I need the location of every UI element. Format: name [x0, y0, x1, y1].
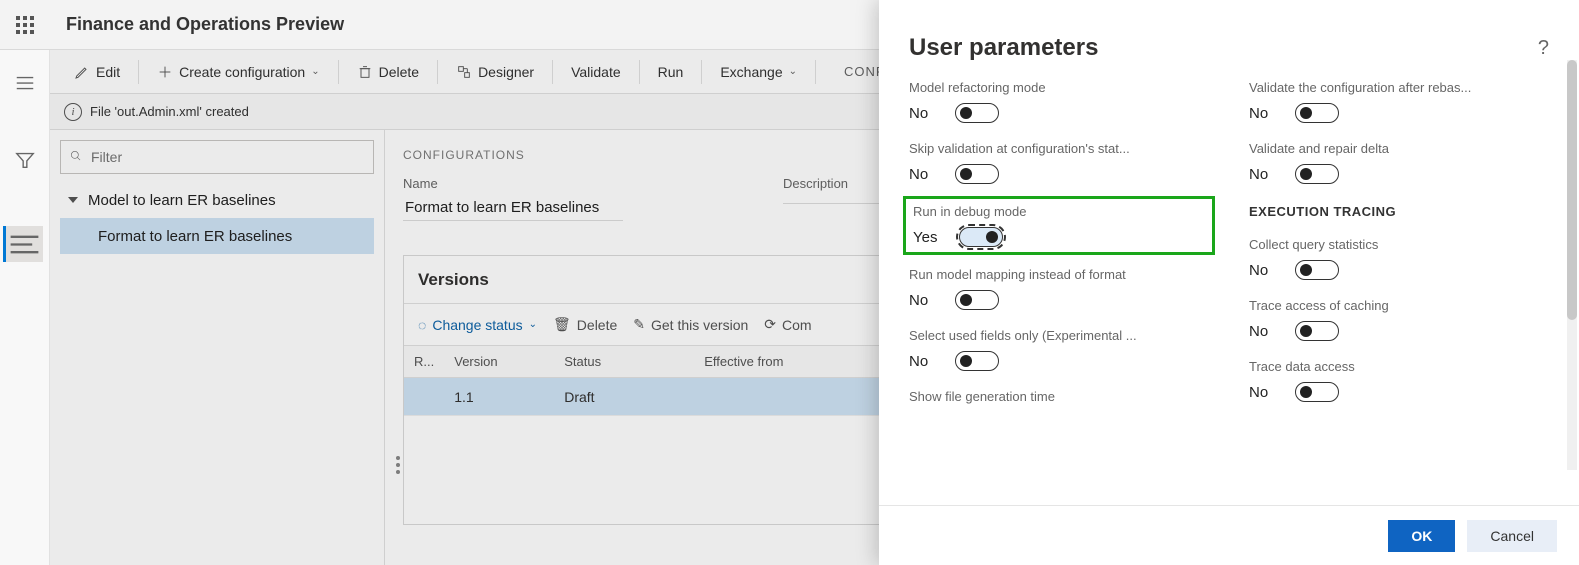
toggle[interactable]: [1295, 260, 1339, 280]
toggle[interactable]: [955, 103, 999, 123]
panel-title: User parameters: [909, 34, 1098, 62]
params-right-col: Validate the configuration after rebas..…: [1249, 80, 1549, 505]
param-model-refactoring: Model refactoring mode No: [909, 80, 1209, 123]
group-execution-tracing: EXECUTION TRACING: [1249, 204, 1549, 219]
toggle[interactable]: [1295, 382, 1339, 402]
app-launcher-icon[interactable]: [0, 0, 50, 50]
param-validate-repair-delta: Validate and repair delta No: [1249, 141, 1549, 184]
user-parameters-panel: User parameters ? Model refactoring mode…: [879, 0, 1579, 565]
param-run-model-mapping: Run model mapping instead of format No: [909, 267, 1209, 310]
hamburger-icon[interactable]: [14, 72, 36, 94]
cancel-button[interactable]: Cancel: [1467, 520, 1557, 552]
toggle[interactable]: [955, 351, 999, 371]
toggle[interactable]: [955, 290, 999, 310]
toggle[interactable]: [1295, 164, 1339, 184]
scrollbar-thumb[interactable]: [1567, 60, 1577, 320]
param-trace-caching: Trace access of caching No: [1249, 298, 1549, 341]
param-validate-after-rebase: Validate the configuration after rebas..…: [1249, 80, 1549, 123]
app-title: Finance and Operations Preview: [66, 14, 344, 35]
filter-icon[interactable]: [14, 149, 36, 171]
param-select-used-fields: Select used fields only (Experimental ..…: [909, 328, 1209, 371]
left-rail: [0, 50, 50, 565]
toggle[interactable]: [955, 164, 999, 184]
ok-button[interactable]: OK: [1388, 520, 1455, 552]
param-run-debug: Run in debug mode Yes: [909, 202, 1209, 249]
toggle[interactable]: [959, 227, 1003, 247]
param-skip-validation: Skip validation at configuration's stat.…: [909, 141, 1209, 184]
param-show-file-gen: Show file generation time: [909, 389, 1209, 404]
toggle[interactable]: [1295, 103, 1339, 123]
param-trace-data-access: Trace data access No: [1249, 359, 1549, 402]
param-collect-query-stats: Collect query statistics No: [1249, 237, 1549, 280]
related-pane-icon[interactable]: [3, 226, 43, 262]
params-left-col: Model refactoring mode No Skip validatio…: [909, 80, 1209, 505]
help-icon[interactable]: ?: [1538, 37, 1549, 60]
toggle[interactable]: [1295, 321, 1339, 341]
